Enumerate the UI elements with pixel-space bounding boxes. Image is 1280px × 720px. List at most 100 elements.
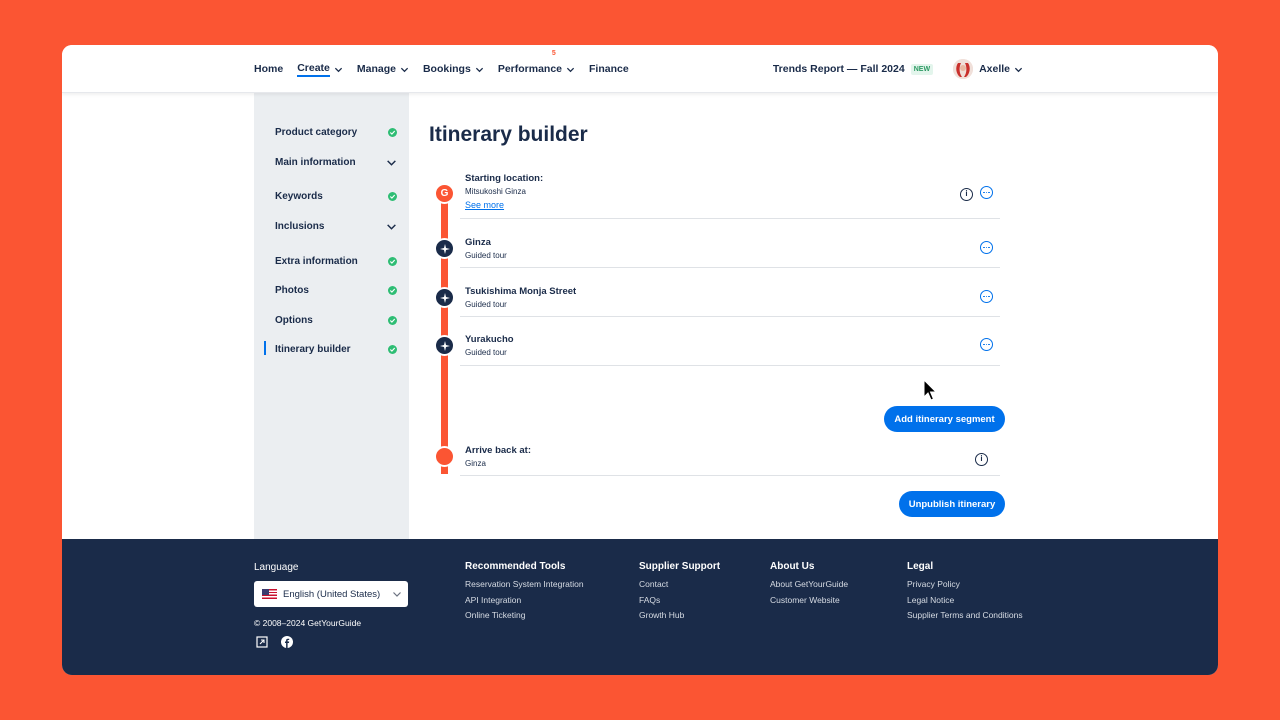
nav-performance[interactable]: 5 Performance — [497, 50, 575, 75]
nav-create-label: Create — [297, 62, 330, 77]
avatar[interactable] — [953, 59, 974, 79]
more-options-icon[interactable] — [980, 290, 993, 303]
segment-title: Yurakucho — [465, 334, 514, 345]
avatar-image — [953, 59, 974, 79]
check-circle-icon — [388, 315, 397, 325]
nav-bookings[interactable]: Bookings — [423, 63, 484, 75]
footer-column-heading: About Us — [770, 561, 815, 572]
footer-link[interactable]: Customer Website — [770, 595, 840, 605]
sidebar-item-photos[interactable]: Photos — [275, 282, 397, 298]
footer-link[interactable]: Supplier Terms and Conditions — [907, 610, 1023, 620]
sidebar-item-label: Itinerary builder — [275, 343, 351, 355]
external-link-icon[interactable] — [256, 636, 268, 648]
us-flag-icon — [262, 589, 277, 599]
mouse-cursor-icon — [923, 379, 937, 401]
sidebar-item-label: Main information — [275, 156, 356, 168]
nav-bookings-label: Bookings — [422, 63, 471, 75]
header-right: Trends Report — Fall 2024 NEW Axelle — [773, 45, 1023, 93]
notification-badge: 5 — [551, 50, 556, 57]
user-menu[interactable]: Axelle — [979, 63, 1023, 75]
facebook-icon[interactable] — [281, 636, 293, 648]
sparkle-icon — [439, 340, 450, 351]
itinerary-segment[interactable]: Tsukishima Monja Street Guided tour — [460, 283, 1000, 317]
sparkle-icon — [439, 243, 450, 254]
sidebar-item-options[interactable]: Options — [275, 312, 397, 328]
sidebar-item-label: Inclusions — [275, 220, 325, 232]
segment-subtitle: Guided tour — [465, 251, 507, 260]
sidebar-item-label: Options — [275, 314, 313, 326]
footer-column-heading: Recommended Tools — [465, 561, 566, 572]
footer-link[interactable]: Privacy Policy — [907, 579, 960, 589]
start-title: Starting location: — [465, 173, 544, 184]
itinerary-segment[interactable]: Ginza Guided tour — [460, 234, 1000, 268]
timeline-line — [441, 190, 448, 474]
sidebar: Product category Main information Keywor… — [254, 93, 409, 539]
chevron-down-icon — [566, 67, 575, 72]
info-icon[interactable]: i — [960, 188, 973, 201]
nav-finance-label: Finance — [589, 63, 629, 75]
footer-link[interactable]: Reservation System Integration — [465, 579, 584, 589]
nav-performance-label: Performance — [497, 63, 563, 75]
page-title: Itinerary builder — [429, 123, 588, 146]
sidebar-item-main-information[interactable]: Main information — [275, 154, 397, 170]
footer-link[interactable]: Growth Hub — [639, 610, 684, 620]
footer-link[interactable]: FAQs — [639, 595, 660, 605]
more-options-icon[interactable] — [980, 241, 993, 254]
language-heading: Language — [254, 562, 299, 573]
footer-link[interactable]: API Integration — [465, 595, 521, 605]
start-node-letter: G — [440, 188, 449, 199]
unpublish-itinerary-button[interactable]: Unpublish itinerary — [899, 491, 1005, 517]
check-circle-icon — [388, 256, 397, 266]
main-nav: Home Create Manage Bookings 5 Performanc… — [254, 45, 629, 93]
sidebar-item-keywords[interactable]: Keywords — [275, 188, 397, 204]
end-title: Arrive back at: — [465, 445, 532, 456]
footer-link[interactable]: Online Ticketing — [465, 610, 525, 620]
itinerary-segment[interactable]: Yurakucho Guided tour — [460, 331, 1000, 366]
nav-home[interactable]: Home — [254, 63, 283, 75]
chevron-down-icon — [475, 67, 483, 72]
footer-link[interactable]: Contact — [639, 579, 668, 589]
segment-title: Ginza — [465, 237, 491, 248]
segment-title: Tsukishima Monja Street — [465, 286, 577, 297]
check-circle-icon — [388, 127, 397, 137]
footer-link[interactable]: About GetYourGuide — [770, 579, 848, 589]
nav-manage-label: Manage — [356, 63, 396, 75]
start-location-node: G — [434, 183, 455, 204]
more-options-icon[interactable] — [980, 186, 993, 199]
segment-subtitle: Guided tour — [465, 300, 507, 309]
check-circle-icon — [388, 285, 397, 295]
nav-finance[interactable]: Finance — [589, 63, 629, 75]
chevron-down-icon — [387, 159, 396, 166]
footer-column-heading: Legal — [907, 561, 934, 572]
segment-subtitle: Guided tour — [465, 348, 507, 357]
more-options-icon[interactable] — [980, 338, 993, 351]
sidebar-item-label: Keywords — [275, 190, 323, 202]
sidebar-item-label: Photos — [275, 284, 309, 296]
footer-link[interactable]: Legal Notice — [907, 595, 954, 605]
active-indicator — [264, 341, 266, 355]
end-location-node — [434, 446, 455, 467]
starting-location-segment: Starting location: Mitsukoshi Ginza See … — [460, 172, 1000, 219]
see-more-link[interactable]: See more — [465, 200, 504, 210]
sidebar-item-extra-information[interactable]: Extra information — [275, 253, 397, 269]
top-header: Home Create Manage Bookings 5 Performanc… — [62, 45, 1218, 93]
trends-report-link[interactable]: Trends Report — Fall 2024 — [773, 63, 905, 75]
sidebar-item-itinerary-builder[interactable]: Itinerary builder — [275, 341, 397, 357]
app-window: Home Create Manage Bookings 5 Performanc… — [62, 45, 1218, 675]
segment-node — [434, 287, 455, 308]
language-value: English (United States) — [283, 588, 381, 600]
nav-create[interactable]: Create — [297, 62, 343, 77]
nav-home-label: Home — [254, 63, 284, 75]
chevron-down-icon — [1014, 67, 1023, 72]
nav-manage[interactable]: Manage — [357, 63, 409, 75]
end-subtitle: Ginza — [465, 459, 486, 468]
chevron-down-icon — [334, 67, 342, 72]
sidebar-item-inclusions[interactable]: Inclusions — [275, 218, 397, 234]
check-circle-icon — [388, 191, 397, 201]
language-select[interactable]: English (United States) — [254, 581, 408, 607]
add-itinerary-segment-button[interactable]: Add itinerary segment — [884, 406, 1005, 432]
sidebar-item-label: Product category — [275, 126, 358, 138]
user-name: Axelle — [979, 63, 1010, 75]
sidebar-item-product-category[interactable]: Product category — [275, 124, 397, 140]
info-icon[interactable]: i — [975, 453, 988, 466]
